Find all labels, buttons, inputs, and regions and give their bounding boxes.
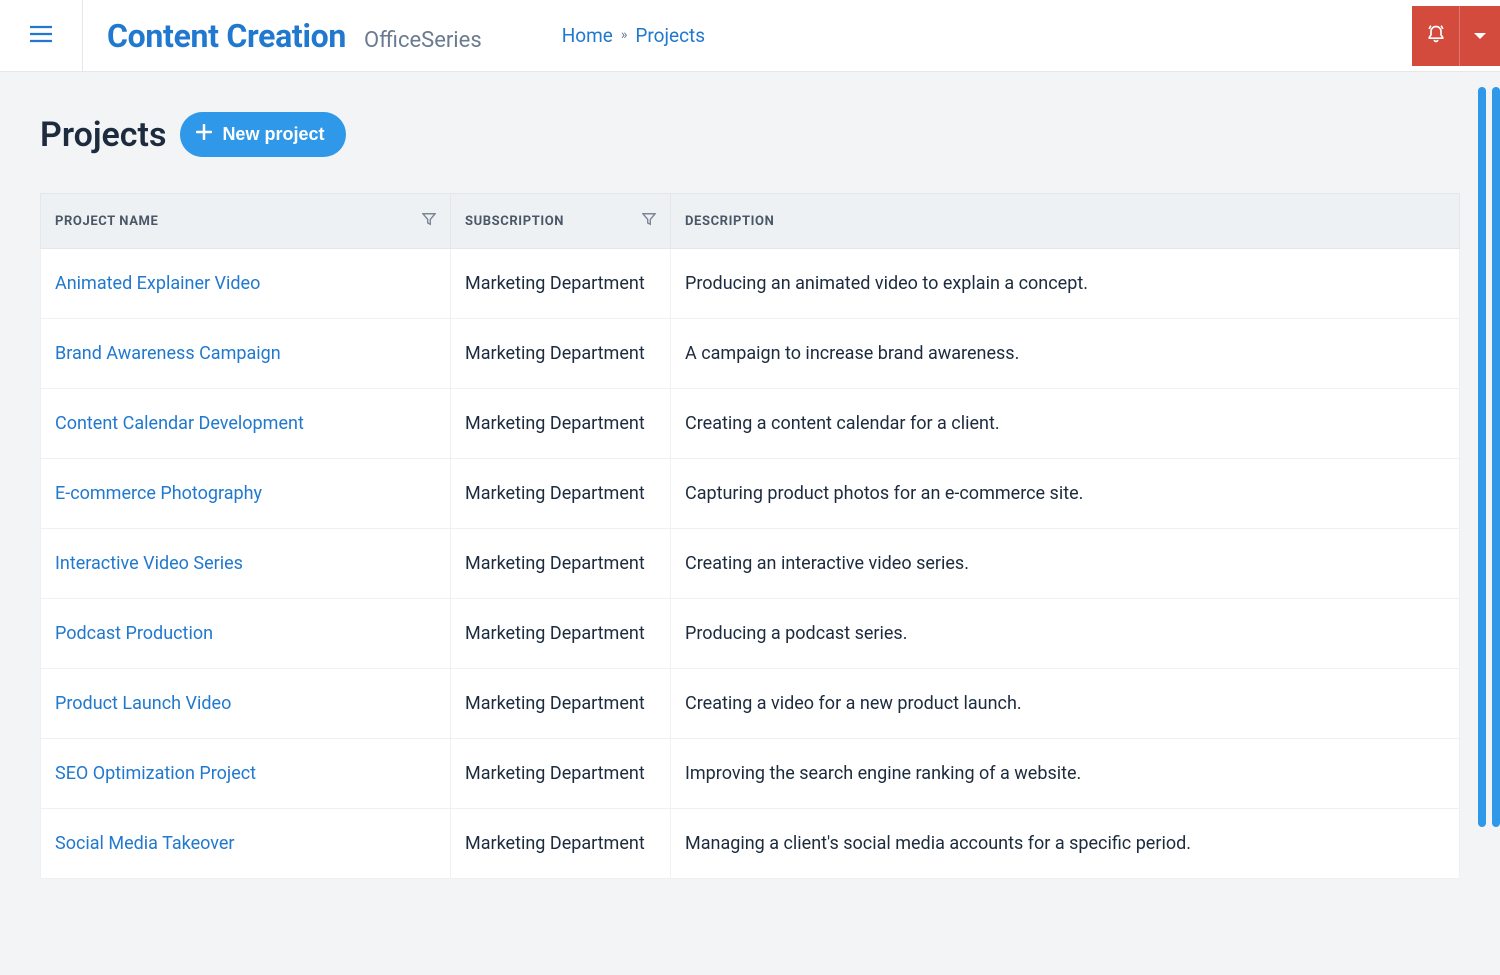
caret-down-icon: [1474, 26, 1486, 45]
new-project-button[interactable]: New project: [180, 112, 346, 157]
cell-subscription: Marketing Department: [451, 319, 671, 389]
breadcrumb: Home » Projects: [562, 24, 705, 47]
cell-subscription: Marketing Department: [451, 389, 671, 459]
th-project-name[interactable]: Project Name: [41, 194, 451, 249]
cell-description: A campaign to increase brand awareness.: [671, 319, 1460, 389]
projects-table: Project Name Subscription: [40, 193, 1460, 879]
cell-subscription: Marketing Department: [451, 599, 671, 669]
th-project-name-label: Project Name: [55, 214, 158, 229]
cell-subscription: Marketing Department: [451, 739, 671, 809]
cell-description: Producing a podcast series.: [671, 599, 1460, 669]
th-subscription[interactable]: Subscription: [451, 194, 671, 249]
cell-subscription: Marketing Department: [451, 249, 671, 319]
breadcrumb-home[interactable]: Home: [562, 24, 613, 47]
header-dropdown-button[interactable]: [1460, 6, 1500, 66]
hamburger-icon: [30, 25, 52, 47]
project-link[interactable]: SEO Optimization Project: [55, 763, 256, 784]
cell-description: Producing an animated video to explain a…: [671, 249, 1460, 319]
th-description-label: Description: [685, 214, 774, 229]
table-row: E-commerce Photography Marketing Departme…: [41, 459, 1460, 529]
top-header: Content Creation OfficeSeries Home » Pro…: [0, 0, 1500, 72]
project-link[interactable]: Interactive Video Series: [55, 553, 243, 574]
cell-description: Capturing product photos for an e-commer…: [671, 459, 1460, 529]
plus-icon: [196, 124, 212, 145]
cell-subscription: Marketing Department: [451, 669, 671, 739]
scroll-indicator-outer[interactable]: [1492, 87, 1500, 827]
new-project-label: New project: [222, 124, 324, 145]
cell-description: Improving the search engine ranking of a…: [671, 739, 1460, 809]
cell-description: Creating a content calendar for a client…: [671, 389, 1460, 459]
scroll-indicator-inner[interactable]: [1478, 87, 1486, 827]
cell-description: Managing a client's social media account…: [671, 809, 1460, 879]
cell-subscription: Marketing Department: [451, 459, 671, 529]
table-row: Interactive Video Series Marketing Depart…: [41, 529, 1460, 599]
filter-icon[interactable]: [422, 212, 436, 230]
project-link[interactable]: Brand Awareness Campaign: [55, 343, 281, 364]
th-description[interactable]: Description: [671, 194, 1460, 249]
cell-description: Creating a video for a new product launc…: [671, 669, 1460, 739]
bell-icon: [1426, 23, 1446, 49]
filter-icon[interactable]: [642, 212, 656, 230]
table-row: Animated Explainer Video Marketing Depart…: [41, 249, 1460, 319]
breadcrumb-current[interactable]: Projects: [635, 24, 705, 47]
table-row: Brand Awareness Campaign Marketing Depart…: [41, 319, 1460, 389]
brand-title[interactable]: Content Creation: [107, 17, 346, 55]
project-link[interactable]: Product Launch Video: [55, 693, 231, 714]
project-link[interactable]: Social Media Takeover: [55, 833, 235, 854]
table-row: SEO Optimization Project Marketing Depart…: [41, 739, 1460, 809]
brand-subtitle: OfficeSeries: [364, 28, 482, 53]
project-link[interactable]: E-commerce Photography: [55, 483, 262, 504]
project-link[interactable]: Podcast Production: [55, 623, 213, 644]
project-link[interactable]: Animated Explainer Video: [55, 273, 260, 294]
cell-subscription: Marketing Department: [451, 529, 671, 599]
table-row: Podcast Production Marketing DepartmentPr…: [41, 599, 1460, 669]
menu-button[interactable]: [0, 0, 83, 72]
cell-subscription: Marketing Department: [451, 809, 671, 879]
chevron-right-icon: »: [621, 27, 628, 43]
notifications-button[interactable]: [1412, 6, 1460, 66]
cell-description: Creating an interactive video series.: [671, 529, 1460, 599]
page-title: Projects: [40, 115, 166, 155]
table-row: Product Launch Video Marketing Department…: [41, 669, 1460, 739]
table-row: Content Calendar Development Marketing De…: [41, 389, 1460, 459]
th-subscription-label: Subscription: [465, 214, 564, 229]
table-row: Social Media Takeover Marketing Departmen…: [41, 809, 1460, 879]
project-link[interactable]: Content Calendar Development: [55, 413, 304, 434]
